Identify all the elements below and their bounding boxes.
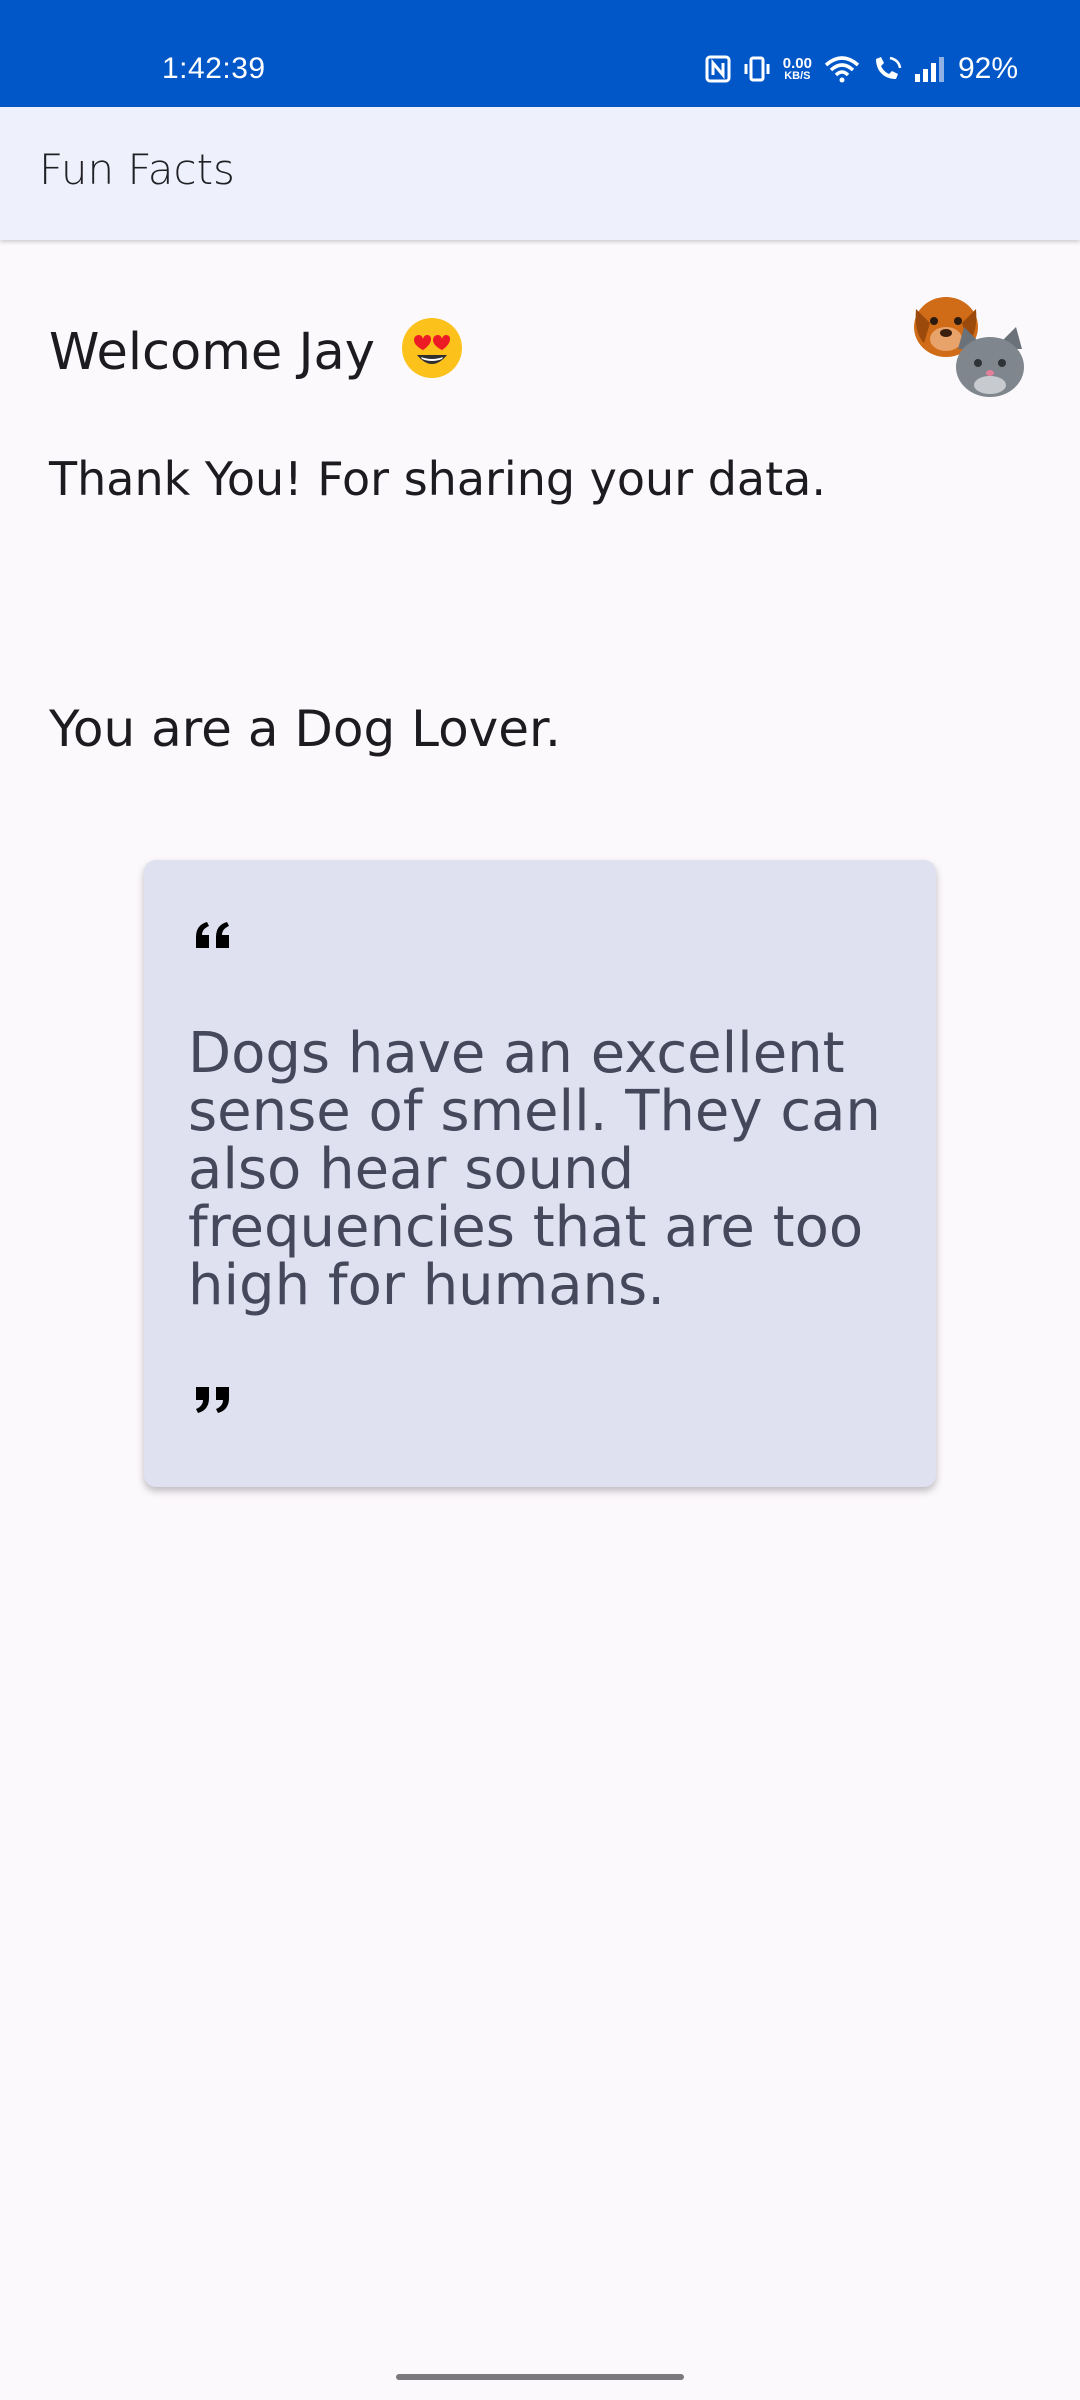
cat-icon — [956, 327, 1024, 397]
close-quote-icon — [194, 1385, 234, 1419]
open-quote-icon — [194, 920, 234, 954]
status-bar: 1:42:39 0.00 KB/S 92% — [0, 0, 1080, 107]
network-speed: 0.00 KB/S — [783, 56, 812, 82]
vibrate-icon — [743, 55, 771, 83]
status-icons: 0.00 KB/S 92% — [705, 52, 1018, 86]
status-time: 1:42:39 — [162, 52, 266, 85]
battery-percent: 92% — [957, 52, 1018, 85]
fact-text: Dogs have an excellent sense of smell. T… — [188, 1021, 881, 1318]
heart-eyes-emoji-icon — [401, 317, 463, 379]
app-title: Fun Facts — [39, 145, 235, 194]
result-text: You are a Dog Lover. — [49, 700, 561, 758]
wifi-icon — [824, 55, 860, 83]
wifi-calling-icon — [872, 55, 902, 83]
dog-cat-icon — [912, 293, 1030, 405]
network-speed-value: 0.00 — [782, 55, 812, 72]
fact-card: Dogs have an excellent sense of smell. T… — [144, 860, 936, 1487]
thanks-text: Thank You! For sharing your data. — [49, 452, 826, 506]
signal-icon — [914, 56, 946, 82]
welcome-heading: Welcome Jay — [49, 317, 463, 382]
nfc-icon — [705, 55, 731, 83]
app-bar: Fun Facts — [0, 107, 1080, 240]
welcome-text: Welcome Jay — [49, 323, 375, 382]
network-speed-unit: KB/S — [784, 70, 811, 82]
home-indicator[interactable] — [396, 2374, 684, 2380]
